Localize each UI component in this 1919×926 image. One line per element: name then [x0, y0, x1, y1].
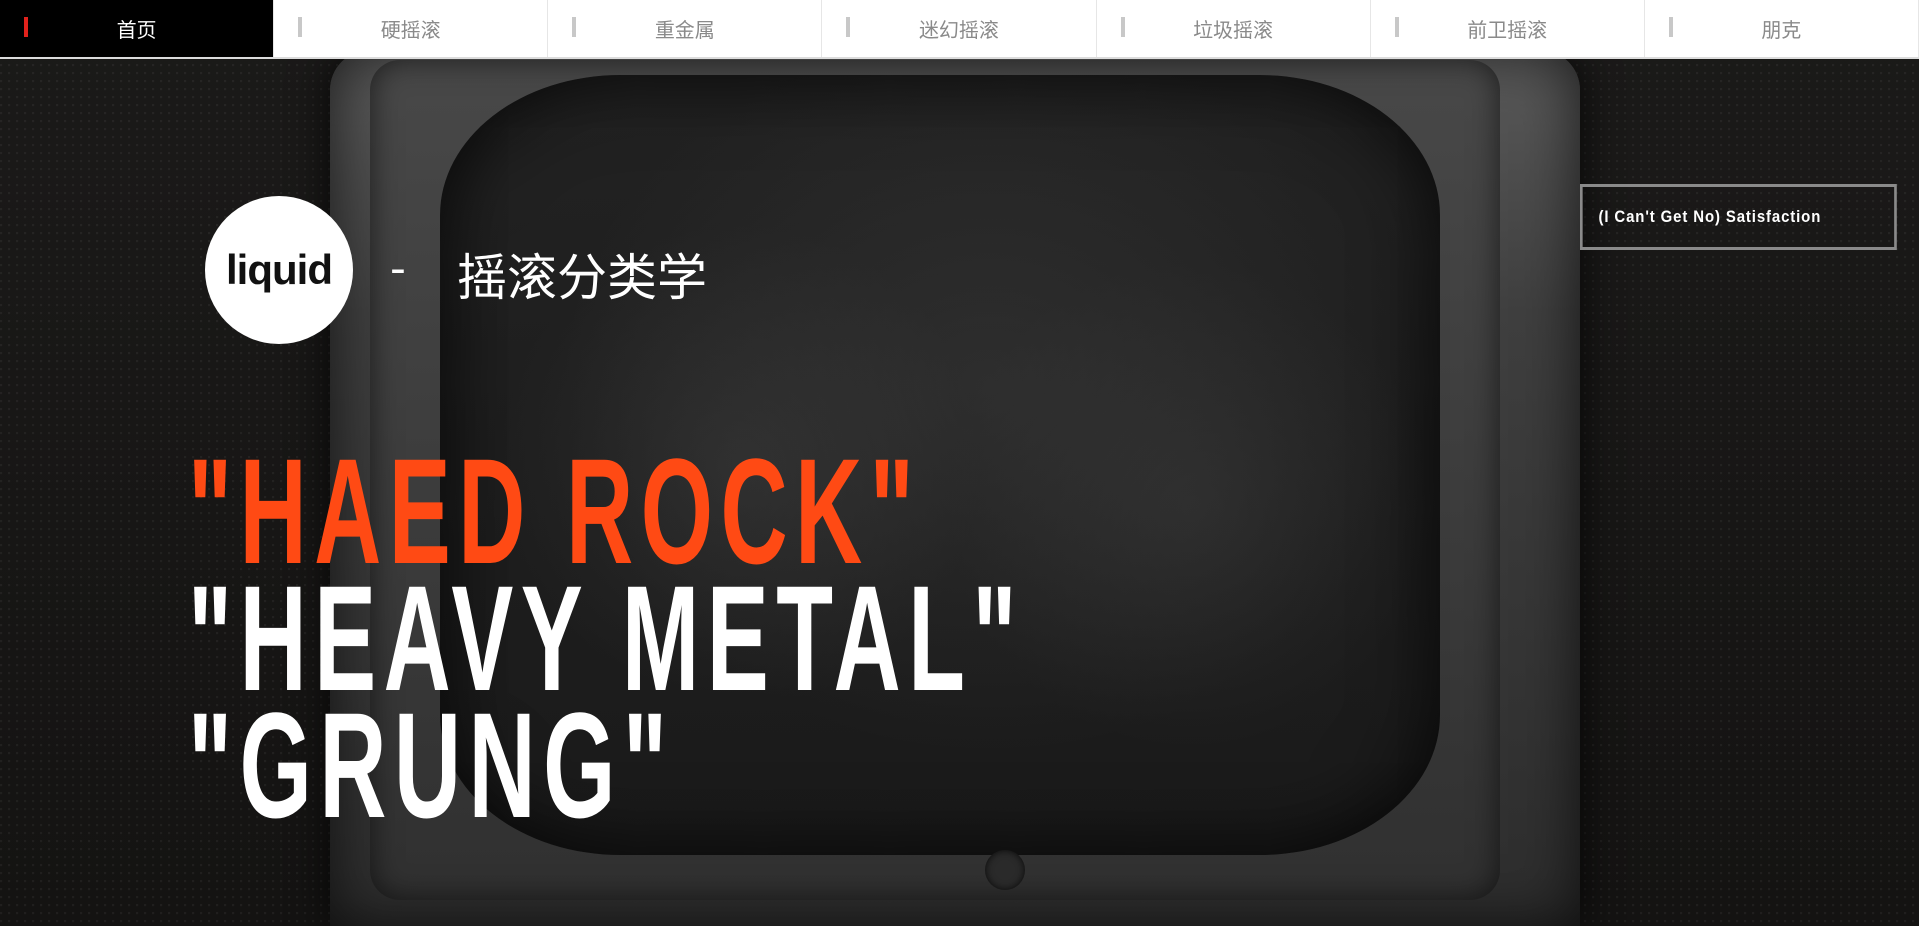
title-separator: -	[390, 243, 406, 294]
nav-item-label: 迷幻摇滚	[918, 18, 999, 42]
nav-marker	[1668, 17, 1673, 37]
nav-item-home[interactable]: 首页	[0, 0, 275, 57]
headline: "HAED ROCK" "HEAVY METAL" "GRUNG"	[188, 436, 1024, 840]
nav-item-heavy-metal[interactable]: 重金属	[548, 0, 823, 57]
nav-marker	[572, 17, 577, 37]
nav-item-label: 垃圾摇滚	[1193, 18, 1274, 42]
nav-item-progressive-rock[interactable]: 前卫摇滚	[1371, 0, 1645, 57]
nav-marker	[846, 17, 851, 37]
song-button[interactable]: (I Can't Get No) Satisfaction	[1580, 184, 1897, 250]
nav-marker	[298, 17, 303, 37]
tv-knob	[985, 850, 1025, 890]
nav-item-label: 前卫摇滚	[1467, 18, 1548, 42]
nav-item-label: 首页	[116, 18, 157, 42]
top-nav: 首页 硬摇滚 重金属 迷幻摇滚 垃圾摇滚 前卫摇滚 朋克	[0, 0, 1919, 59]
logo-text: liquid	[226, 246, 333, 293]
nav-item-psychedelic-rock[interactable]: 迷幻摇滚	[822, 0, 1097, 57]
nav-item-label: 硬摇滚	[380, 18, 441, 42]
nav-item-hard-rock[interactable]: 硬摇滚	[274, 0, 549, 57]
nav-item-punk[interactable]: 朋克	[1645, 0, 1919, 57]
nav-item-label: 朋克	[1761, 18, 1802, 42]
liquid-logo[interactable]: liquid	[205, 196, 353, 344]
nav-item-label: 重金属	[654, 18, 715, 42]
nav-marker	[1394, 17, 1399, 37]
nav-marker	[1120, 17, 1125, 37]
nav-item-grunge[interactable]: 垃圾摇滚	[1097, 0, 1371, 57]
page-subtitle: 摇滚分类学	[457, 249, 707, 307]
song-button-label: (I Can't Get No) Satisfaction	[1598, 207, 1822, 226]
page: 首页 硬摇滚 重金属 迷幻摇滚 垃圾摇滚 前卫摇滚 朋克 liquid - 摇滚…	[0, 0, 1919, 926]
nav-marker	[24, 17, 28, 37]
